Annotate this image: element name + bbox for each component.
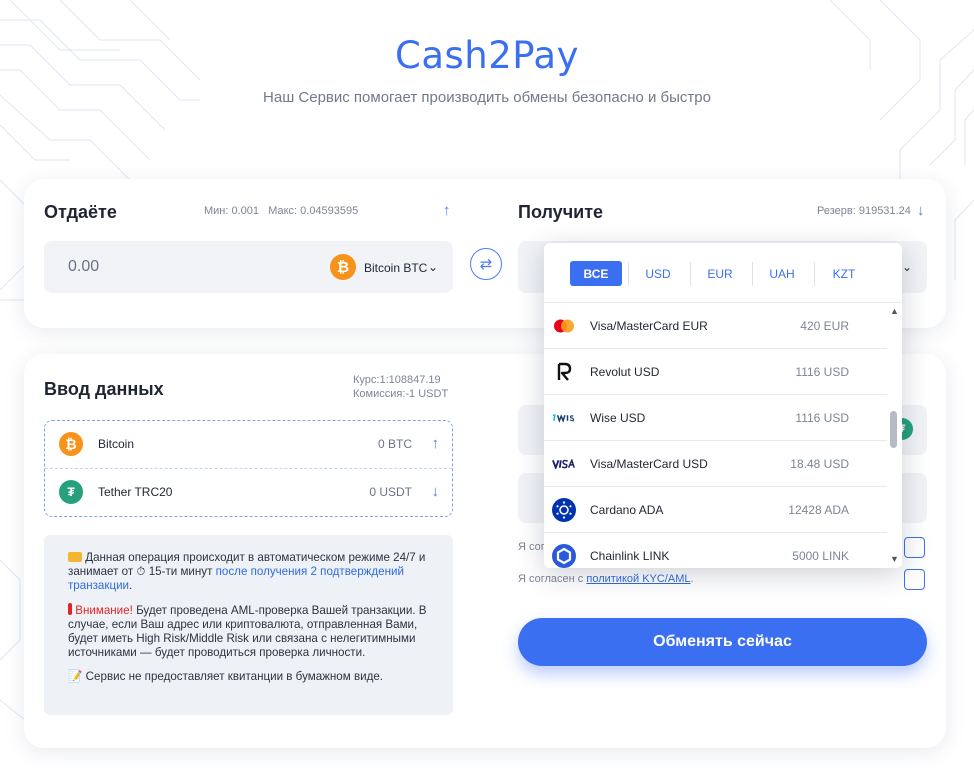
dropdown-scrollbar[interactable]: ▲ ▼ [887,303,902,568]
info-paragraph-receipt: 📝 Сервис не предоставляет квитанции в бу… [68,670,429,684]
wise-icon [552,406,576,430]
exchange-now-button[interactable]: Обменять сейчас [518,618,927,666]
brand-title: Cash2Pay [395,34,579,77]
list-item[interactable]: Visa/MasterCard USD 18.48 USD [544,441,887,487]
rate-text: Курс:1:108847.19 [353,374,441,386]
list-item[interactable]: Revolut USD 1116 USD [544,349,887,395]
currency-filter-tabs: ВСЕ USD EUR UAH KZT [544,243,902,303]
list-item-name: Cardano ADA [590,503,664,517]
currency-list: Visa/MasterCard EUR 420 EUR Revolut USD … [544,303,887,568]
list-item[interactable]: Cardano ADA 12428 ADA [544,487,887,533]
info-text: . [129,579,133,592]
tab-all[interactable]: ВСЕ [570,261,622,286]
scrollbar-thumb[interactable] [890,411,897,448]
input-data-title: Ввод данных [44,379,164,399]
tab-divider [814,262,815,286]
give-currency-label[interactable]: Bitcoin BTC [364,261,427,275]
tab-divider [690,262,691,286]
agree-kyc-prefix: Я согласен с [518,573,584,585]
pair-name: Bitcoin [98,437,135,451]
list-item-amount: 1116 USD [795,365,849,379]
brand-header: Cash2Pay Наш Сервис помогает производить… [0,34,974,106]
bitcoin-icon: ₿ [59,432,83,456]
stopwatch-icon: ⏱ [136,565,146,578]
warning-label: Внимание! [75,604,133,617]
list-item-name: Revolut USD [590,365,660,379]
scroll-up-icon[interactable]: ▲ [890,306,899,316]
agree-kyc-checkbox[interactable] [904,569,925,590]
list-item-name: Wise USD [590,411,646,425]
arrow-up-icon: ↑ [431,435,440,452]
list-item-name: Visa/MasterCard EUR [590,319,708,333]
kyc-aml-policy-link[interactable]: политикой KYC/AML [586,573,690,585]
chainlink-icon [552,544,576,568]
cardano-icon [552,498,576,522]
commission-text: Комиссия:-1 USDT [353,388,449,400]
chevron-down-icon[interactable]: ⌄ [428,260,438,274]
currency-dropdown: ВСЕ USD EUR UAH KZT Visa/MasterCard EUR … [544,243,902,568]
tab-uah[interactable]: UAH [756,261,808,286]
tab-divider [752,262,753,286]
swap-icon: ⇄ [479,256,493,273]
pair-row-receive: ₮ Tether TRC20 0 USDT ↓ [45,469,452,517]
info-text: Сервис не предоставляет квитанции в бума… [85,670,384,683]
agree-kyc-end: . [690,573,694,585]
revolut-icon [552,360,576,384]
memo-icon: 📝 [68,670,83,683]
receive-reserve: Резерв: 919531.24 [817,205,911,217]
agree-rules-checkbox[interactable] [904,537,925,558]
arrow-down-icon: ↓ [431,483,440,500]
list-item-amount: 12428 ADA [788,503,849,517]
pair-amount: 0 BTC [377,437,412,451]
info-text: 15-ти минут [148,565,213,578]
warning-icon [68,603,72,615]
agree-kyc-text: Я согласен с политикой KYC/AML. [518,573,694,585]
give-amount-field[interactable]: 0.00 ₿ Bitcoin BTC ⌄ [44,241,453,293]
receive-title: Получите [518,202,604,222]
pair-amount: 0 USDT [369,485,412,499]
swap-button[interactable]: ⇄ [470,248,502,280]
arrow-down-icon: ↓ [917,202,925,219]
pair-row-give: ₿ Bitcoin 0 BTC ↑ [45,421,452,469]
arrow-up-icon: ↑ [443,202,451,219]
list-item-amount: 18.48 USD [790,457,849,471]
list-item[interactable]: Visa/MasterCard EUR 420 EUR [544,303,887,349]
card-icon [68,552,82,562]
list-item-amount: 420 EUR [800,319,849,333]
tether-icon: ₮ [59,480,83,504]
list-item[interactable]: Wise USD 1116 USD [544,395,887,441]
pair-name: Tether TRC20 [98,485,173,499]
visa-icon [552,452,576,476]
tab-eur[interactable]: EUR [694,261,746,286]
chevron-down-icon[interactable]: ⌄ [902,260,912,274]
give-title: Отдаёте [44,202,117,222]
tab-divider [628,262,629,286]
info-paragraph-aml: Внимание! Будет проведена AML-проверка В… [68,603,429,660]
brand-subtitle: Наш Сервис помогает производить обмены б… [263,89,711,106]
list-item-amount: 1116 USD [795,411,849,425]
mastercard-icon [552,314,576,338]
list-item-name: Chainlink LINK [590,549,670,563]
scroll-down-icon[interactable]: ▼ [890,554,899,564]
tab-usd[interactable]: USD [632,261,684,286]
pair-summary: ₿ Bitcoin 0 BTC ↑ ₮ Tether TRC20 0 USDT … [44,420,453,517]
info-paragraph-time: Данная операция происходит в автоматичес… [68,551,429,593]
bitcoin-icon: ₿ [330,254,356,280]
list-item-name: Visa/MasterCard USD [590,457,708,471]
give-amount-input[interactable]: 0.00 [68,258,99,276]
list-item-amount: 5000 LINK [792,549,849,563]
list-item[interactable]: Chainlink LINK 5000 LINK [544,533,887,568]
tab-kzt[interactable]: KZT [818,261,870,286]
info-notice: Данная операция происходит в автоматичес… [44,535,453,715]
give-limits: Мин: 0.001 Макс: 0.04593595 [204,205,359,217]
